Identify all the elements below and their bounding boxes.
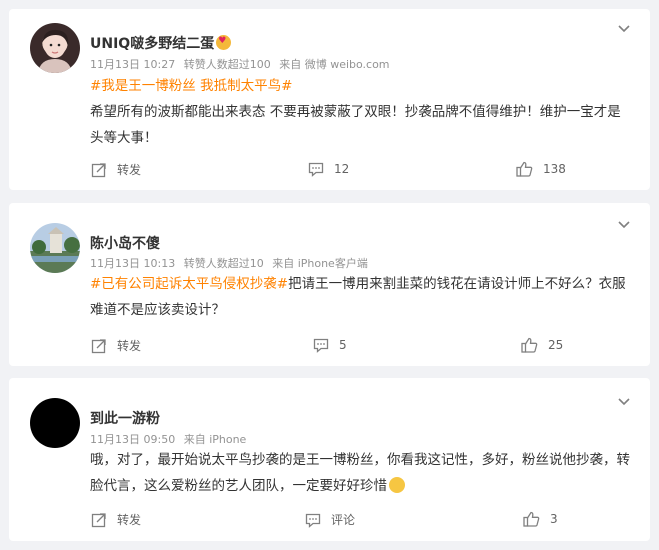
weibo-feed: UNIQ啵多野结二蛋 11月13日 10:27 转赞人数超过100 来自 微博 … (0, 0, 659, 550)
comment-button[interactable]: 评论 (305, 511, 355, 528)
post-date[interactable]: 11月13日 09:50 (90, 433, 175, 446)
like-count: 138 (543, 162, 566, 176)
post-body: 哦，对了，最开始说太平鸟抄袭的是王一博粉丝，你看我这记性，多好，粉丝说他抄袭，转… (90, 452, 630, 494)
repost-button[interactable]: 转发 (91, 161, 141, 178)
cute-face-emoji-icon (389, 477, 405, 493)
post-badge: 转赞人数超过10 (183, 257, 264, 270)
avatar[interactable] (30, 398, 80, 448)
like-button[interactable]: 3 (523, 511, 558, 527)
like-button[interactable]: 138 (516, 161, 566, 177)
post-badge: 转赞人数超过100 (183, 58, 271, 71)
comment-button[interactable]: 5 (313, 337, 347, 353)
post-source: 来自 微博 weibo.com (279, 58, 390, 71)
avatar[interactable] (30, 223, 80, 273)
post-source: 来自 iPhone客户端 (272, 257, 368, 270)
repost-icon (91, 162, 106, 177)
repost-label: 转发 (117, 163, 142, 177)
comment-button[interactable]: 12 (308, 161, 349, 177)
like-icon (516, 161, 533, 177)
topic-link[interactable]: #我是王一博粉丝 我抵制太平鸟# (90, 78, 292, 94)
post-source: 来自 iPhone (183, 433, 247, 446)
like-icon (521, 337, 538, 353)
chevron-down-icon[interactable] (617, 394, 631, 408)
user-nickname[interactable]: 到此一游粉 (90, 408, 160, 428)
post-meta: 11月13日 10:27 转赞人数超过100 来自 微博 weibo.com (90, 56, 395, 72)
post-actions: 转发 5 25 (9, 337, 650, 357)
post-text: #已有公司起诉太平鸟侵权抄袭#把请王一博用来割韭菜的钱花在请设计师上不好么？衣服… (90, 271, 630, 323)
topic-link[interactable]: #已有公司起诉太平鸟侵权抄袭# (90, 276, 288, 292)
post-date[interactable]: 11月13日 10:13 (90, 257, 175, 270)
like-icon (523, 511, 540, 527)
comment-count: 5 (339, 338, 347, 352)
repost-icon (91, 512, 106, 527)
post-text: 哦，对了，最开始说太平鸟抄袭的是王一博粉丝，你看我这记性，多好，粉丝说他抄袭，转… (90, 447, 630, 499)
post-date[interactable]: 11月13日 10:27 (90, 58, 175, 71)
like-count: 3 (550, 512, 558, 526)
heart-eyes-emoji-icon (216, 35, 232, 50)
user-nickname[interactable]: 陈小岛不傻 (90, 233, 160, 253)
like-count: 25 (548, 338, 564, 352)
repost-label: 转发 (117, 513, 142, 527)
comment-count: 12 (334, 162, 350, 176)
post-actions: 转发 评论 3 (9, 511, 650, 531)
post-card: UNIQ啵多野结二蛋 11月13日 10:27 转赞人数超过100 来自 微博 … (9, 9, 650, 190)
repost-button[interactable]: 转发 (91, 337, 141, 354)
post-card: 到此一游粉 11月13日 09:50 来自 iPhone 哦，对了，最开始说太平… (9, 378, 650, 541)
like-button[interactable]: 25 (521, 337, 563, 353)
repost-button[interactable]: 转发 (91, 511, 141, 528)
post-text: #我是王一博粉丝 我抵制太平鸟# 希望所有的波斯都能出来表态 不要再被蒙蔽了双眼… (90, 73, 630, 151)
post-body: 希望所有的波斯都能出来表态 不要再被蒙蔽了双眼！抄袭品牌不值得维护！维护一宝才是… (90, 104, 621, 146)
comment-label: 评论 (331, 513, 356, 527)
chevron-down-icon[interactable] (617, 217, 631, 231)
user-nickname[interactable]: UNIQ啵多野结二蛋 (90, 33, 232, 53)
post-meta: 11月13日 09:50 来自 iPhone (90, 431, 251, 447)
repost-icon (91, 338, 106, 353)
post-card: 陈小岛不傻 11月13日 10:13 转赞人数超过10 来自 iPhone客户端… (9, 203, 650, 366)
post-actions: 转发 12 138 (9, 161, 650, 181)
comment-icon (313, 338, 329, 353)
post-meta: 11月13日 10:13 转赞人数超过10 来自 iPhone客户端 (90, 255, 373, 271)
avatar[interactable] (30, 23, 80, 73)
comment-icon (305, 513, 321, 528)
chevron-down-icon[interactable] (617, 21, 631, 35)
comment-icon (308, 162, 324, 177)
repost-label: 转发 (117, 339, 142, 353)
